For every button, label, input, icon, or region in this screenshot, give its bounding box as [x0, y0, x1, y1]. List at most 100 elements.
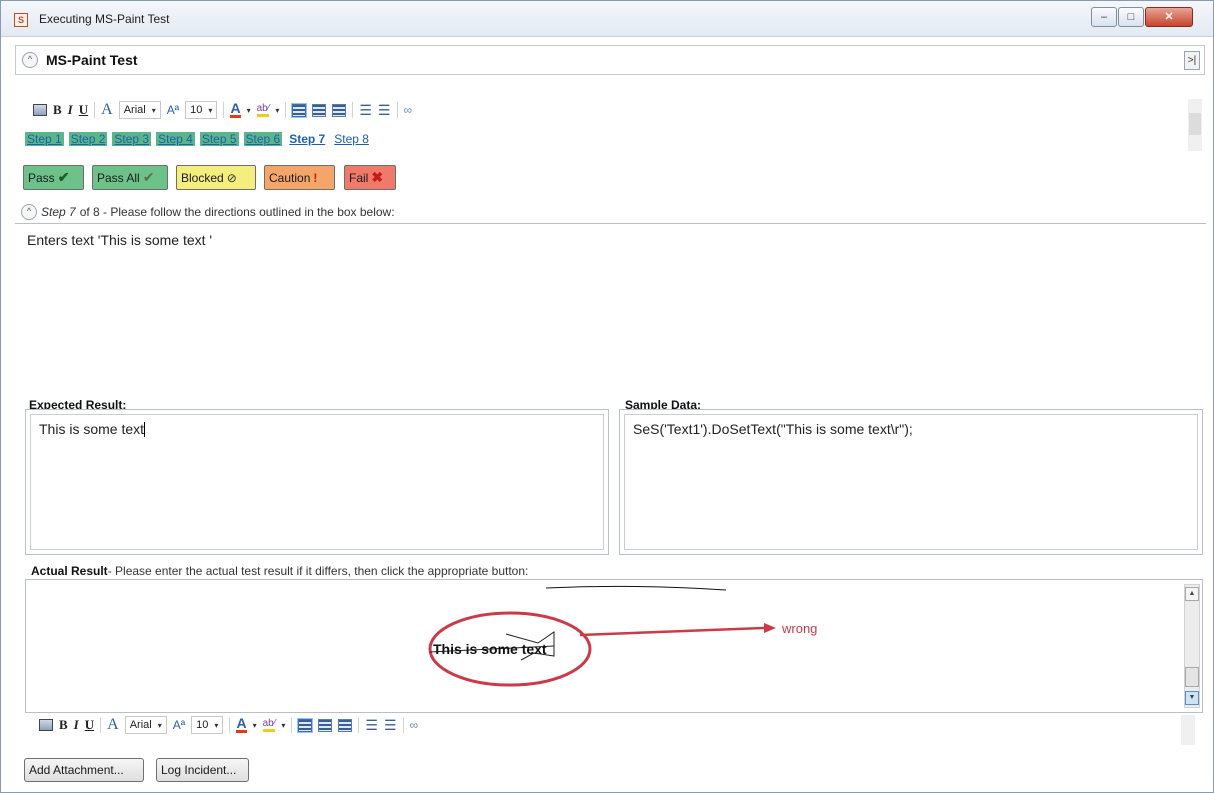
highlight-dropdown-icon[interactable]: ▾ [275, 106, 279, 115]
align-left-icon[interactable] [292, 103, 307, 117]
underline-button[interactable]: U [79, 102, 88, 118]
font-color-icon[interactable]: A [230, 101, 241, 118]
actual-result-editor[interactable]: This is some text wrong ▲ ▼ [25, 579, 1203, 713]
app-window: S Executing MS-Paint Test – □ ✕ ^ MS-Pai… [0, 0, 1214, 793]
scrollbar-thumb[interactable] [1185, 667, 1199, 687]
font-family-select[interactable]: Arial ▾ [124, 716, 167, 734]
sample-data-field[interactable]: SeS('Text1').DoSetText("This is some tex… [624, 414, 1198, 550]
bold-button[interactable]: B [53, 102, 62, 118]
align-center-icon[interactable] [312, 103, 327, 117]
font-size-icon: Aª [166, 103, 180, 117]
step-link-8[interactable]: Step 8 [332, 132, 371, 146]
font-size-value: 10 [190, 104, 203, 116]
link-icon[interactable]: ∞ [410, 718, 419, 732]
bold-button[interactable]: B [59, 717, 68, 733]
step-link-2[interactable]: Step 2 [68, 132, 108, 146]
add-attachment-button[interactable]: Add Attachment... [24, 758, 144, 782]
annotation-arrowhead [764, 623, 776, 633]
maximize-button[interactable]: □ [1118, 7, 1144, 27]
collapse-header-icon[interactable]: ^ [22, 52, 38, 68]
font-size-select[interactable]: 10 ▾ [185, 101, 218, 119]
numbered-list-icon[interactable]: ☰ [378, 102, 391, 119]
highlight-icon[interactable]: ab⁄ [256, 103, 270, 117]
numbered-list-icon[interactable]: ☰ [384, 717, 397, 734]
dropdown-arrow-icon: ▾ [151, 105, 156, 115]
step-instruction: ^ Step 7 of 8 - Please follow the direct… [21, 204, 395, 220]
collapse-step-icon[interactable]: ^ [21, 204, 37, 220]
font-family-icon: A [101, 101, 113, 118]
insert-image-icon[interactable] [39, 719, 53, 731]
toolbar-scrollbar[interactable] [1188, 99, 1202, 151]
caution-label: Caution [269, 170, 311, 185]
caution-button[interactable]: Caution ! [264, 165, 335, 190]
step-link-3[interactable]: Step 3 [112, 132, 152, 146]
step-number: Step 7 [41, 205, 76, 219]
align-right-icon[interactable] [338, 718, 353, 732]
expected-result-field[interactable]: This is some text [30, 414, 604, 550]
fail-button[interactable]: Fail ✖ [344, 165, 396, 190]
pass-all-button[interactable]: Pass All ✔ [92, 165, 168, 190]
toolbar-divider [229, 717, 231, 733]
font-color-dropdown-icon[interactable]: ▾ [253, 721, 257, 730]
highlight-icon[interactable]: ab⁄ [262, 718, 276, 732]
align-right-icon[interactable] [332, 103, 347, 117]
link-icon[interactable]: ∞ [404, 103, 413, 117]
font-family-select[interactable]: Arial ▾ [118, 101, 161, 119]
annotation-drawing: This is some text wrong [428, 585, 817, 687]
italic-button[interactable]: I [68, 102, 73, 118]
sample-data-panel: SeS('Text1').DoSetText("This is some tex… [619, 409, 1203, 555]
fail-label: Fail [349, 170, 369, 185]
log-incident-button[interactable]: Log Incident... [156, 758, 249, 782]
check-icon: ✔ [57, 169, 70, 185]
window-title: Executing MS-Paint Test [39, 12, 170, 26]
format-toolbar-top: B I U A Arial ▾ Aª 10 ▾ A ▾ ab⁄ ▾ ☰ ☰ ∞ [33, 99, 412, 121]
dropdown-arrow-icon: ▾ [208, 105, 213, 115]
step-description: Enters text 'This is some text ' [27, 232, 213, 248]
close-button[interactable]: ✕ [1145, 7, 1193, 27]
toolbar-divider [223, 102, 225, 118]
pass-label: Pass [28, 170, 55, 185]
blocked-button[interactable]: Blocked ⊘ [176, 165, 256, 190]
x-icon: ✖ [371, 169, 384, 185]
toolbar-divider [100, 717, 102, 733]
dropdown-arrow-icon: ▾ [157, 720, 162, 730]
toolbar-divider [396, 102, 398, 118]
toolbar-divider [94, 102, 96, 118]
stray-stroke [545, 585, 727, 591]
font-size-value: 10 [196, 719, 209, 731]
minimize-button[interactable]: – [1091, 7, 1117, 27]
bullet-list-icon[interactable]: ☰ [365, 717, 378, 734]
scroll-down-icon[interactable]: ▼ [1185, 691, 1199, 705]
step-link-5[interactable]: Step 5 [199, 132, 239, 146]
dropdown-arrow-icon: ▾ [214, 720, 219, 730]
font-color-icon[interactable]: A [236, 716, 247, 733]
expected-result-panel: This is some text [25, 409, 609, 555]
step-link-7[interactable]: Step 7 [287, 132, 327, 146]
toolbar-scrollbar[interactable] [1181, 715, 1195, 745]
scrollbar-thumb[interactable] [1189, 113, 1201, 135]
expand-panel-button[interactable]: >| [1184, 51, 1200, 70]
italic-button[interactable]: I [74, 717, 79, 733]
scroll-up-icon[interactable]: ▲ [1185, 587, 1199, 601]
exclamation-icon: ! [313, 170, 318, 185]
bullet-list-icon[interactable]: ☰ [359, 102, 372, 119]
font-color-dropdown-icon[interactable]: ▾ [247, 106, 251, 115]
step-link-6[interactable]: Step 6 [243, 132, 283, 146]
test-title: MS-Paint Test [46, 52, 138, 68]
align-center-icon[interactable] [318, 718, 333, 732]
pass-button[interactable]: Pass ✔ [23, 165, 84, 190]
step-link-4[interactable]: Step 4 [156, 132, 195, 146]
step-link-1[interactable]: Step 1 [25, 132, 64, 146]
toolbar-divider [352, 102, 354, 118]
font-family-value: Arial [123, 104, 146, 116]
sample-data-text: SeS('Text1').DoSetText("This is some tex… [633, 421, 913, 437]
underline-button[interactable]: U [85, 717, 94, 733]
highlight-dropdown-icon[interactable]: ▾ [281, 721, 285, 730]
actual-result-scrollbar[interactable]: ▲ ▼ [1184, 584, 1200, 708]
font-size-select[interactable]: 10 ▾ [191, 716, 224, 734]
insert-image-icon[interactable] [33, 104, 47, 116]
align-left-icon[interactable] [298, 718, 313, 732]
step-description-box: Enters text 'This is some text ' [15, 223, 1206, 385]
app-icon: S [14, 13, 28, 27]
toolbar-divider [402, 717, 404, 733]
